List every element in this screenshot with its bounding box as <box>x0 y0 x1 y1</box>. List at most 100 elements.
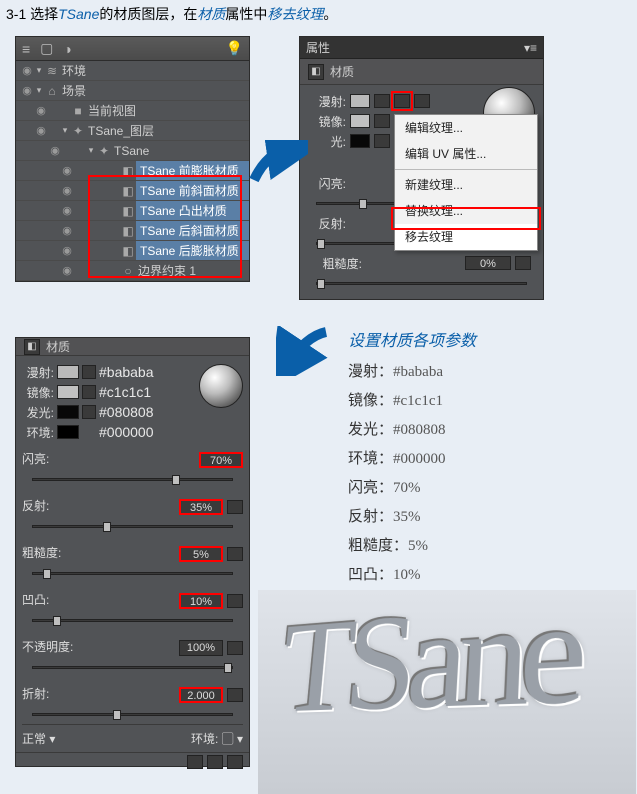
prop-label: 粗糙度: <box>22 544 175 561</box>
shine-value[interactable]: 70% <box>199 452 243 468</box>
texture-slot[interactable] <box>82 385 96 399</box>
reference-line: 闪亮：70% <box>348 476 421 497</box>
arrow-icon <box>276 326 336 376</box>
material-tab[interactable]: ◧ 材质 <box>16 338 249 356</box>
texture-slot[interactable] <box>82 405 96 419</box>
reference-line: 反射：35% <box>348 505 421 526</box>
bump-slider[interactable] <box>22 610 243 630</box>
mirror-swatch[interactable] <box>350 114 370 128</box>
menu-edit-texture[interactable]: 编辑纹理... <box>395 115 537 141</box>
reflect-slider[interactable] <box>22 516 243 536</box>
texture-slot[interactable] <box>227 594 243 608</box>
prop-label: 漫射: <box>312 93 346 110</box>
tree-row[interactable]: ◉■当前视图 <box>16 101 249 121</box>
material-tab[interactable]: ◧ 材质 <box>300 59 543 85</box>
tree-row[interactable]: ◉▾≋环境 <box>16 61 249 81</box>
bump-value[interactable]: 10% <box>179 593 223 609</box>
texture-slot[interactable] <box>374 94 390 108</box>
tab-label: 材质 <box>46 338 70 355</box>
rough-value[interactable]: 5% <box>179 546 223 562</box>
visibility-icon[interactable]: ◉ <box>60 204 74 217</box>
visibility-icon[interactable]: ◉ <box>34 104 48 117</box>
visibility-icon[interactable]: ◉ <box>34 124 48 137</box>
expand-arrow-icon[interactable]: ▾ <box>86 145 96 156</box>
tree-row[interactable]: ◉ ◧TSane 后斜面材质 <box>16 221 249 241</box>
prop-label: 光: <box>312 133 346 150</box>
visibility-icon[interactable]: ◉ <box>20 64 34 77</box>
header-icon[interactable]: ◑ <box>63 41 71 57</box>
refract-value[interactable]: 2.000 <box>179 687 223 703</box>
header-icon[interactable]: ▢ <box>40 40 53 57</box>
glow-swatch[interactable] <box>350 134 370 148</box>
item-label: 环境 <box>60 62 249 79</box>
blend-mode[interactable]: 正常 ▾ <box>22 730 55 747</box>
visibility-icon[interactable]: ◉ <box>60 184 74 197</box>
menu-remove-texture[interactable]: 移去纹理 <box>395 224 537 250</box>
opacity-block: 不透明度:100% <box>22 638 243 677</box>
texture-slot[interactable] <box>227 641 243 655</box>
visibility-icon[interactable]: ◉ <box>60 164 74 177</box>
footer-icon[interactable] <box>227 755 243 769</box>
env-swatch[interactable] <box>57 425 79 439</box>
texture-slot[interactable] <box>394 94 410 108</box>
glow-swatch[interactable] <box>57 405 79 419</box>
texture-slot[interactable] <box>515 256 531 270</box>
material-detail-panel: ◧ 材质 漫射: #bababa 镜像: #c1c1c1 发光: #080808… <box>15 337 250 767</box>
properties-titlebar: 属性 ▾≡ <box>300 37 543 59</box>
rough-slider[interactable] <box>306 273 537 293</box>
menu-edit-uv[interactable]: 编辑 UV 属性... <box>395 141 537 167</box>
opacity-slider[interactable] <box>22 657 243 677</box>
header-icon[interactable]: ≡ <box>22 41 30 57</box>
visibility-icon[interactable]: ◉ <box>60 264 74 277</box>
expand-arrow-icon[interactable]: ▾ <box>60 125 70 136</box>
tree-row[interactable]: ◉◧TSane 前斜面材质 <box>16 181 249 201</box>
texture-slot[interactable] <box>82 365 96 379</box>
item-icon: ○ <box>120 264 136 278</box>
refract-slider[interactable] <box>22 704 243 724</box>
render-text: TSane <box>274 567 578 743</box>
tree-row[interactable]: ◉◧TSane 凸出材质 <box>16 201 249 221</box>
visibility-icon[interactable]: ◉ <box>60 244 74 257</box>
expand-arrow-icon[interactable]: ▾ <box>34 85 44 96</box>
visibility-icon[interactable]: ◉ <box>48 144 62 157</box>
texture-slot[interactable] <box>227 500 243 514</box>
reflect-block: 反射:35% <box>22 497 243 536</box>
env-value: #000000 <box>99 424 243 440</box>
reflect-value[interactable]: 35% <box>179 499 223 515</box>
tree-row[interactable]: ◉○边界约束 1 <box>16 261 249 281</box>
tree-row[interactable]: ◉▾⌂场景 <box>16 81 249 101</box>
expand-arrow-icon[interactable]: ▾ <box>34 65 44 76</box>
bump-block: 凹凸:10% <box>22 591 243 630</box>
rough-value[interactable]: 0% <box>465 256 511 270</box>
texture-slot[interactable] <box>414 94 430 108</box>
material-preview-sphere <box>199 364 243 408</box>
prop-label: 不透明度: <box>22 638 175 655</box>
footer-icon[interactable] <box>207 755 223 769</box>
texture-context-menu: 编辑纹理... 编辑 UV 属性... 新建纹理... 替换纹理... 移去纹理 <box>394 114 538 251</box>
texture-slot[interactable] <box>374 134 390 148</box>
menu-replace-texture[interactable]: 替换纹理... <box>395 198 537 224</box>
rough-slider[interactable] <box>22 563 243 583</box>
tree-row[interactable]: ◉◧TSane 前膨胀材质 <box>16 161 249 181</box>
panel-menu-icon[interactable]: ▾≡ <box>524 41 537 55</box>
lightbulb-icon[interactable]: 💡 <box>226 40 243 57</box>
tree-row[interactable]: ◉▾✦TSane <box>16 141 249 161</box>
diffuse-swatch[interactable] <box>350 94 370 108</box>
panel-footer-icons <box>16 752 249 768</box>
menu-new-texture[interactable]: 新建纹理... <box>395 172 537 198</box>
tree-row[interactable]: ◉▾✦TSane_图层 <box>16 121 249 141</box>
opacity-value[interactable]: 100% <box>179 640 223 656</box>
item-icon: ◧ <box>120 224 136 238</box>
item-label: TSane 后斜面材质 <box>136 221 249 240</box>
instruction-line: 3-1 选择TSane的材质图层，在材质属性中移去纹理。 <box>6 4 337 24</box>
tree-row[interactable]: ◉◧TSane 后膨胀材质 <box>16 241 249 261</box>
texture-slot[interactable] <box>374 114 390 128</box>
texture-slot[interactable] <box>227 688 243 702</box>
shine-slider[interactable] <box>22 469 243 489</box>
diffuse-swatch[interactable] <box>57 365 79 379</box>
mirror-swatch[interactable] <box>57 385 79 399</box>
visibility-icon[interactable]: ◉ <box>20 84 34 97</box>
visibility-icon[interactable]: ◉ <box>60 224 74 237</box>
texture-slot[interactable] <box>227 547 243 561</box>
footer-icon[interactable] <box>187 755 203 769</box>
